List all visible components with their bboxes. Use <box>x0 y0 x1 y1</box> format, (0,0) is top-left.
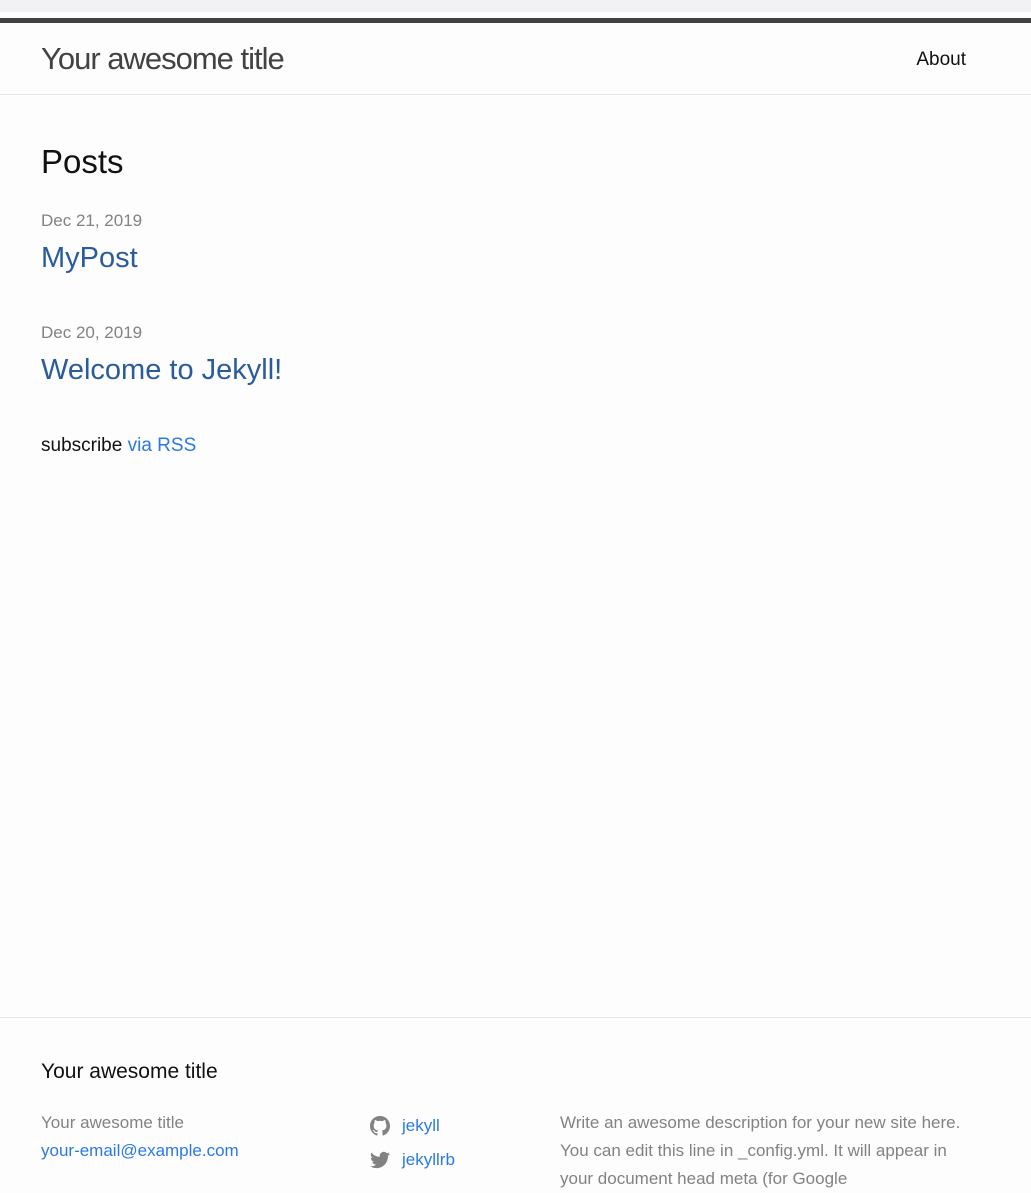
footer-social-list: jekyll jekyllrb <box>370 1109 455 1177</box>
site-footer: Your awesome title Your awesome title yo… <box>0 1017 1031 1191</box>
post-date: Dec 21, 2019 <box>41 211 143 230</box>
rss-subscribe: subscribe via RSS <box>41 434 196 458</box>
social-link-jekyllrb[interactable]: jekyllrb <box>402 1143 455 1177</box>
rss-prefix: subscribe <box>41 435 128 456</box>
site-title-link[interactable]: Your awesome title <box>41 41 285 77</box>
post-list-heading: Posts <box>41 143 124 180</box>
twitter-icon <box>370 1151 390 1169</box>
social-item-github: jekyll <box>370 1109 455 1143</box>
footer-site-name: Your awesome title <box>41 1113 185 1132</box>
footer-email-link[interactable]: your-email@example.com <box>41 1141 239 1160</box>
browser-top-strip <box>0 0 1031 12</box>
social-link-jekyll[interactable]: jekyll <box>402 1109 440 1143</box>
footer-heading: Your awesome title <box>41 1060 218 1083</box>
post-link-mypost[interactable]: MyPost <box>41 241 138 275</box>
post-link-welcome[interactable]: Welcome to Jekyll! <box>41 353 282 387</box>
footer-description: Write an awesome description for your ne… <box>560 1113 961 1188</box>
nav-link-about[interactable]: About <box>916 48 966 72</box>
footer-contact-list: Your awesome title your-email@example.co… <box>41 1109 239 1165</box>
github-icon <box>370 1116 390 1136</box>
rss-link[interactable]: via RSS <box>128 435 197 456</box>
post-date: Dec 20, 2019 <box>41 323 143 342</box>
social-item-twitter: jekyllrb <box>370 1143 455 1177</box>
site-header: Your awesome title About <box>0 18 1031 95</box>
